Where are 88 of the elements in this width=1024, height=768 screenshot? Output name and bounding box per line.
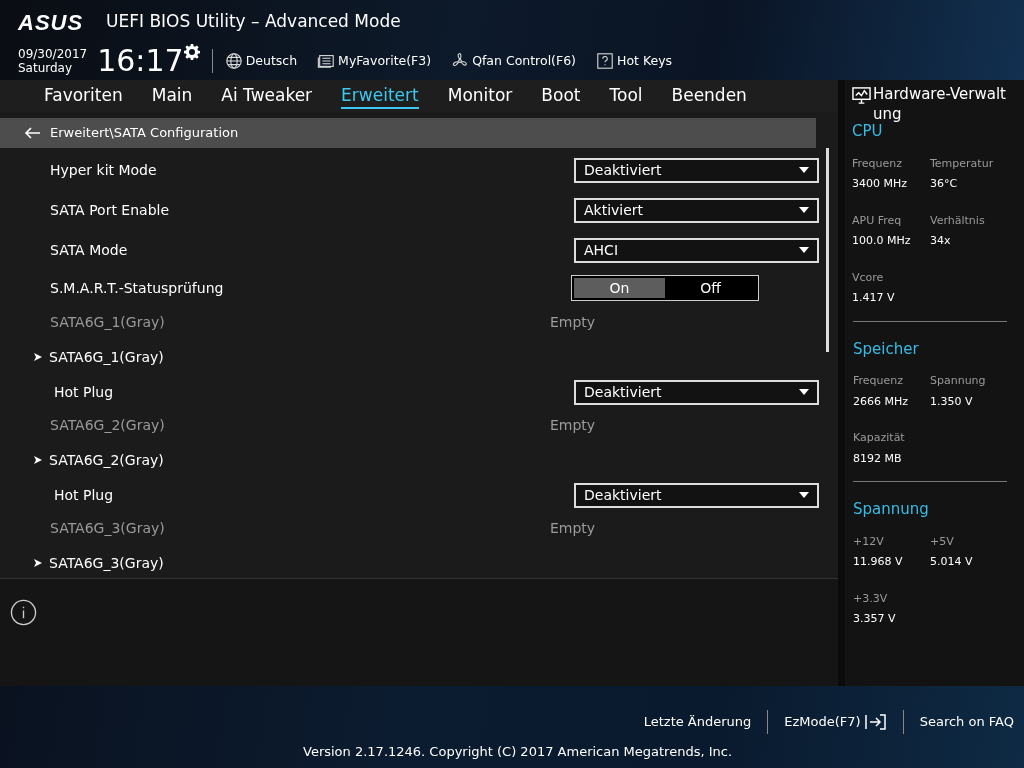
stat-label: +12V [853,533,885,550]
stat-value: 36°C [930,176,959,192]
setting-label: Hot Plug [54,382,114,402]
stat-value: 1.350 V [930,393,974,410]
setting-label: S.M.A.R.T.-Statusprüfung [50,278,224,298]
stat-label: Vcore [852,269,885,286]
setting-value: Empty [550,519,596,538]
stat-label: Frequenz [853,373,905,389]
setting-label: Hot Plug [54,485,114,505]
gear-icon[interactable] [183,44,200,60]
on-off-switch[interactable]: On Off [571,275,759,301]
footer-link[interactable]: Letzte Änderung [643,712,752,732]
list-icon [317,52,336,70]
stat-value: 11.968 V [853,554,904,570]
back-arrow-icon[interactable] [24,127,40,139]
caret-icon [799,492,809,498]
stat-value: 100.0 MHz [852,233,912,249]
version-text: Version 2.17.1246. Copyright (C) 2017 American Megatrends, Inc. [303,743,733,761]
stat-label: APU Freq [852,212,903,229]
footer-link[interactable]: EzMode(F7) [784,712,861,732]
stat-value: 1.417 V [852,290,896,306]
date-text: 09/30/2017 [18,47,88,61]
stat-value: 5.014 V [930,554,974,570]
menu-tab[interactable]: Tool [609,83,643,109]
switch-option[interactable]: On [574,278,665,298]
menu-tab[interactable]: Ai Tweaker [221,83,313,109]
section-title: CPU [852,122,884,142]
day-text: Saturday [18,61,74,75]
menu-tab[interactable]: Favoriten [44,83,123,109]
stat-value: 34x [930,233,952,249]
stat-value: 2666 MHz [853,393,910,410]
setting-label: SATA Mode [50,240,128,260]
stat-value: 3.357 V [853,611,897,627]
panel-title: Hardware-Verwaltung [873,84,1007,124]
section-title: Speicher [853,338,920,360]
submenu-item[interactable]: SATA6G_1(Gray) [49,346,164,368]
toolbar-link[interactable]: Qfan Control(F6) [472,51,576,71]
logo: ASUS [18,8,85,37]
setting-label: SATA6G_3(Gray) [50,519,166,538]
setting-value: Empty [550,416,596,435]
caret-icon [799,247,809,253]
setting-label: Hyper kit Mode [50,160,157,180]
stat-label: +3.3V [853,590,889,607]
clock-text: 16:17 [97,46,184,76]
menu-tab[interactable]: Boot [541,83,581,109]
stat-label: Frequenz [852,155,904,172]
submenu-item[interactable]: SATA6G_3(Gray) [49,552,164,574]
dropdown[interactable]: Deaktiviert [574,157,819,183]
caret-icon [799,389,809,395]
switch-option[interactable]: Off [665,278,756,298]
stat-label: Kapazität [853,430,906,446]
exit-icon [864,713,887,731]
submenu-item[interactable]: SATA6G_2(Gray) [49,449,164,471]
window-title: UEFI BIOS Utility – Advanced Mode [106,10,401,34]
dropdown[interactable]: Deaktiviert [574,379,819,405]
stat-label: Verhältnis [930,212,986,229]
setting-label: SATA Port Enable [50,200,170,220]
toolbar-link[interactable]: Deutsch [245,51,298,71]
stat-label: Temperatur [930,155,995,172]
info-icon [10,599,37,626]
toolbar-link[interactable]: Hot Keys [617,51,673,71]
menu-tab[interactable]: Erweitert [341,83,419,109]
footer-link[interactable]: Search on FAQ [919,712,1014,732]
menu-tab[interactable]: Monitor [447,83,513,109]
stat-value: 3400 MHz [852,176,909,192]
caret-icon [799,167,809,173]
arrow-icon [34,456,42,464]
setting-label: SATA6G_1(Gray) [50,313,166,332]
setting-value: Empty [550,313,596,332]
caret-icon [799,207,809,213]
arrow-icon [34,559,42,567]
dropdown[interactable]: AHCI [574,237,819,263]
dropdown[interactable]: Aktiviert [574,197,819,223]
stat-label: +5V [930,533,955,550]
help-icon [596,52,614,70]
setting-label: SATA6G_2(Gray) [50,416,166,435]
scrollbar[interactable] [826,148,829,352]
toolbar-link[interactable]: MyFavorite(F3) [338,51,432,71]
menu-tab[interactable]: Main [151,83,193,109]
menu-tab[interactable]: Beenden [671,83,747,109]
stat-value: 8192 MB [853,450,903,467]
section-title: Spannung [853,499,930,520]
stat-label: Spannung [930,373,987,389]
monitor-icon [852,86,871,105]
dropdown[interactable]: Deaktiviert [574,482,819,508]
arrow-icon [34,353,42,361]
breadcrumb: Erweitert\SATA Configuration [50,124,239,143]
globe-icon [224,52,243,70]
